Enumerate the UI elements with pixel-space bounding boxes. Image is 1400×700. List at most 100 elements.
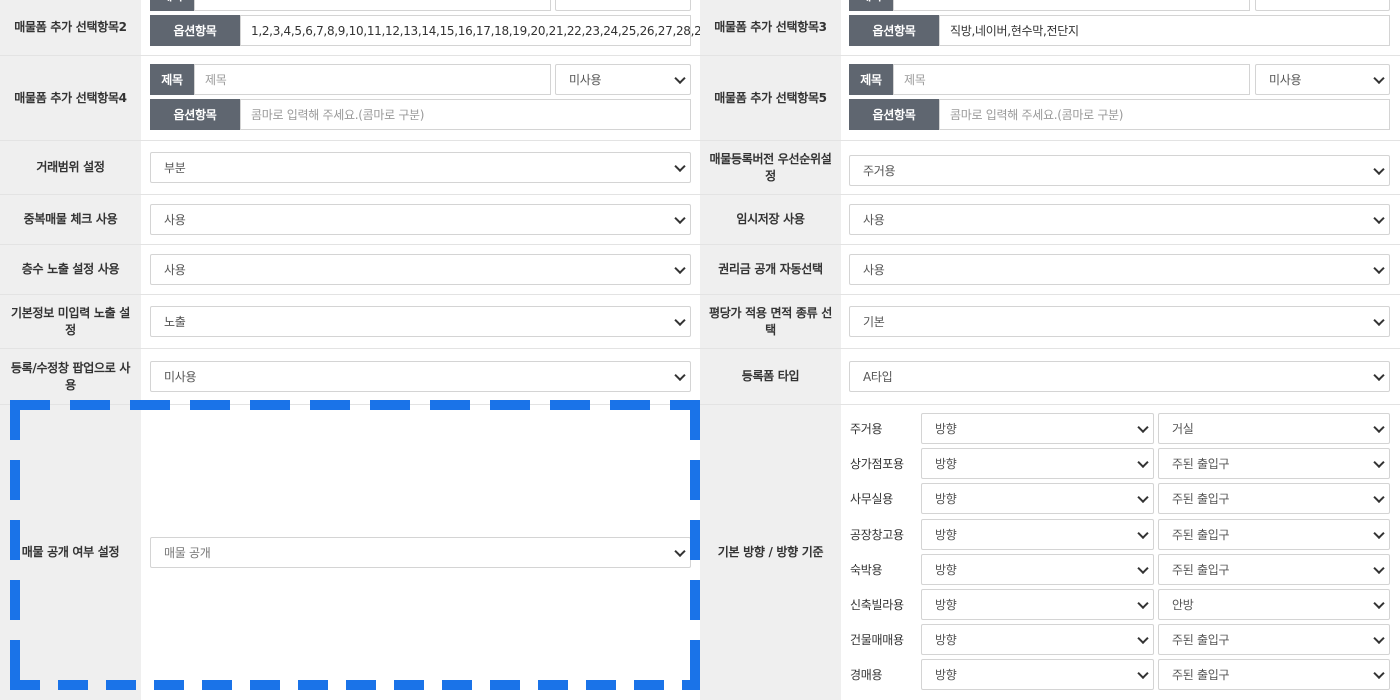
direction-type-label: 사무실용 bbox=[850, 492, 893, 506]
direction-basis-select[interactable]: 거실 bbox=[1158, 413, 1390, 444]
listing-visibility-select[interactable]: 매물 공개 bbox=[150, 537, 691, 568]
title-input-2[interactable] bbox=[194, 0, 551, 11]
direction-select[interactable]: 방향 bbox=[921, 659, 1154, 690]
direction-type-label: 신축빌라용 bbox=[850, 598, 904, 612]
option-tag-5: 옵션항목 bbox=[849, 99, 939, 130]
chevron-down-icon bbox=[1373, 562, 1385, 574]
chevron-down-icon bbox=[1137, 421, 1149, 433]
label-option-item-4: 매물폼 추가 선택항목4 bbox=[0, 56, 141, 140]
chevron-down-icon bbox=[674, 160, 686, 172]
option-input-4[interactable]: 콤마로 입력해 주세요.(콤마로 구분) bbox=[240, 99, 691, 130]
title-input-3[interactable] bbox=[893, 0, 1250, 11]
direction-select[interactable]: 방향 bbox=[921, 413, 1154, 444]
direction-basis-select[interactable]: 주된 출입구 bbox=[1158, 659, 1390, 690]
popup-edit-select[interactable]: 미사용 bbox=[150, 361, 691, 392]
title-input-5[interactable]: 제목 bbox=[893, 64, 1250, 95]
label-popup-edit: 등록/수정창 팝업으로 사용 bbox=[0, 349, 141, 404]
chevron-down-icon bbox=[674, 369, 686, 381]
chevron-down-icon bbox=[1373, 491, 1385, 503]
direction-select[interactable]: 방향 bbox=[921, 483, 1154, 514]
title-select-4[interactable]: 미사용 bbox=[555, 64, 691, 95]
area-type-select[interactable]: 기본 bbox=[849, 306, 1390, 337]
floor-display-select[interactable]: 사용 bbox=[150, 254, 691, 285]
direction-select[interactable]: 방향 bbox=[921, 554, 1154, 585]
label-premium-public: 권리금 공개 자동선택 bbox=[700, 245, 841, 294]
chevron-down-icon bbox=[674, 212, 686, 224]
direction-select[interactable]: 방향 bbox=[921, 519, 1154, 550]
direction-basis-select[interactable]: 안방 bbox=[1158, 589, 1390, 620]
chevron-down-icon bbox=[1137, 667, 1149, 679]
chevron-down-icon bbox=[1373, 72, 1385, 84]
chevron-down-icon bbox=[1373, 527, 1385, 539]
chevron-down-icon bbox=[1137, 562, 1149, 574]
label-area-type: 평당가 적용 면적 종류 선택 bbox=[700, 295, 841, 348]
chevron-down-icon bbox=[1373, 597, 1385, 609]
trade-range-select[interactable]: 부분 bbox=[150, 152, 691, 183]
option-input-2[interactable]: 1,2,3,4,5,6,7,8,9,10,11,12,13,14,15,16,1… bbox=[240, 15, 727, 46]
label-registration-priority: 매물등록버전 우선순위설정 bbox=[700, 141, 841, 194]
label-duplicate-check: 중복매물 체크 사용 bbox=[0, 195, 141, 244]
chevron-down-icon bbox=[1137, 597, 1149, 609]
chevron-down-icon bbox=[674, 262, 686, 274]
basic-info-display-select[interactable]: 노출 bbox=[150, 306, 691, 337]
title-tag-2: 제목 bbox=[150, 0, 194, 11]
label-form-type: 등록폼 타입 bbox=[700, 349, 841, 404]
chevron-down-icon bbox=[674, 72, 686, 84]
direction-select[interactable]: 방향 bbox=[921, 624, 1154, 655]
temp-save-select[interactable]: 사용 bbox=[849, 204, 1390, 235]
direction-basis-select[interactable]: 주된 출입구 bbox=[1158, 448, 1390, 479]
label-option-item-3: 매물폼 추가 선택항목3 bbox=[700, 0, 841, 55]
chevron-down-icon bbox=[1137, 632, 1149, 644]
chevron-down-icon bbox=[674, 545, 686, 557]
title-input-4[interactable]: 제목 bbox=[194, 64, 551, 95]
direction-type-label: 상가점포용 bbox=[850, 457, 904, 471]
chevron-down-icon bbox=[1373, 314, 1385, 326]
label-default-direction: 기본 방향 / 방향 기준 bbox=[700, 405, 841, 700]
chevron-down-icon bbox=[1137, 491, 1149, 503]
label-floor-display: 층수 노출 설정 사용 bbox=[0, 245, 141, 294]
chevron-down-icon bbox=[1373, 212, 1385, 224]
label-trade-range: 거래범위 설정 bbox=[0, 141, 141, 194]
title-tag-5: 제목 bbox=[849, 64, 893, 95]
chevron-down-icon bbox=[1373, 163, 1385, 175]
title-select-3[interactable] bbox=[1255, 0, 1390, 11]
direction-type-label: 숙박용 bbox=[850, 563, 883, 577]
option-tag-4: 옵션항목 bbox=[150, 99, 240, 130]
chevron-down-icon bbox=[1373, 262, 1385, 274]
label-option-item-5: 매물폼 추가 선택항목5 bbox=[700, 56, 841, 140]
direction-type-label: 주거용 bbox=[850, 422, 883, 436]
direction-type-label: 공장창고용 bbox=[850, 528, 904, 542]
title-select-5[interactable]: 미사용 bbox=[1255, 64, 1390, 95]
title-tag-3: 제목 bbox=[849, 0, 893, 11]
option-tag-3: 옵션항목 bbox=[849, 15, 939, 46]
chevron-down-icon bbox=[1373, 369, 1385, 381]
chevron-down-icon bbox=[1137, 527, 1149, 539]
chevron-down-icon bbox=[1137, 456, 1149, 468]
direction-select[interactable]: 방향 bbox=[921, 448, 1154, 479]
option-tag-2: 옵션항목 bbox=[150, 15, 240, 46]
label-basic-info-display: 기본정보 미입력 노출 설정 bbox=[0, 295, 141, 348]
premium-public-select[interactable]: 사용 bbox=[849, 254, 1390, 285]
label-option-item-2: 매물폼 추가 선택항목2 bbox=[0, 0, 141, 55]
title-tag-4: 제목 bbox=[150, 64, 194, 95]
option-input-5[interactable]: 콤마로 입력해 주세요.(콤마로 구분) bbox=[939, 99, 1390, 130]
registration-priority-select[interactable]: 주거용 bbox=[849, 155, 1390, 186]
duplicate-check-select[interactable]: 사용 bbox=[150, 204, 691, 235]
option-input-3[interactable]: 직방,네이버,현수막,전단지 bbox=[939, 15, 1390, 46]
label-listing-visibility: 매물 공개 여부 설정 bbox=[0, 405, 141, 700]
direction-select[interactable]: 방향 bbox=[921, 589, 1154, 620]
direction-basis-select[interactable]: 주된 출입구 bbox=[1158, 483, 1390, 514]
chevron-down-icon bbox=[1373, 421, 1385, 433]
direction-basis-select[interactable]: 주된 출입구 bbox=[1158, 624, 1390, 655]
chevron-down-icon bbox=[1373, 632, 1385, 644]
form-type-select[interactable]: A타입 bbox=[849, 361, 1390, 392]
title-select-2[interactable] bbox=[555, 0, 691, 11]
chevron-down-icon bbox=[674, 314, 686, 326]
direction-basis-select[interactable]: 주된 출입구 bbox=[1158, 519, 1390, 550]
chevron-down-icon bbox=[1373, 456, 1385, 468]
chevron-down-icon bbox=[1373, 667, 1385, 679]
direction-type-label: 경매용 bbox=[850, 668, 883, 682]
direction-type-label: 건물매매용 bbox=[850, 633, 904, 647]
label-temp-save: 임시저장 사용 bbox=[700, 195, 841, 244]
direction-basis-select[interactable]: 주된 출입구 bbox=[1158, 554, 1390, 585]
